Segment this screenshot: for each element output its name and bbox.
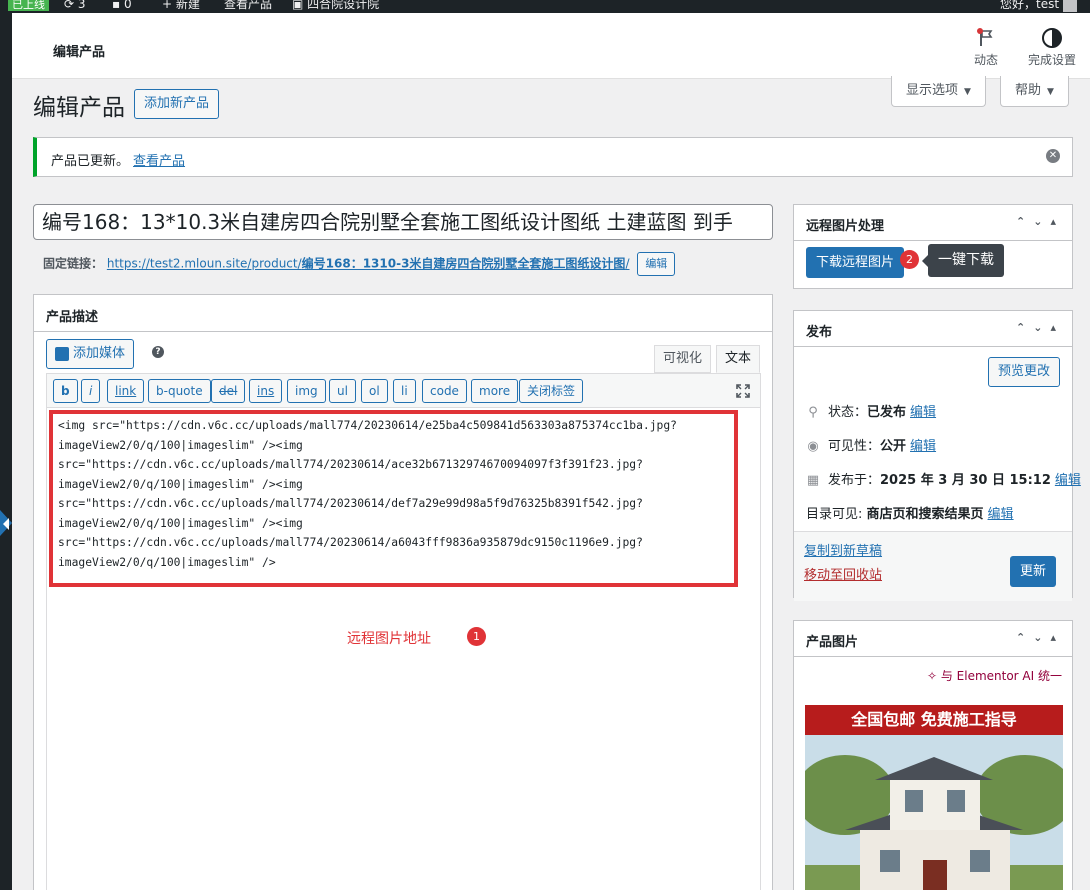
help-icon[interactable]: ?	[152, 346, 164, 358]
screen-options-toggle[interactable]: 显示选项 ▼	[891, 76, 986, 107]
visibility-row: ◉ 可见性：公开 编辑	[807, 439, 937, 454]
editor-box-title: 产品描述	[34, 295, 772, 332]
box-controls-icon[interactable]: ⌃⌄▴	[1016, 321, 1064, 334]
post-title-input[interactable]: 编号168：13*10.3米自建房四合院别墅全套施工图纸设计图纸 土建蓝图 到手	[33, 204, 773, 240]
page-header: 编辑产品 动态 完成设置	[12, 13, 1090, 79]
qt-li-button[interactable]: li	[393, 379, 416, 403]
caret-down-icon: ▼	[1047, 87, 1054, 97]
preview-changes-button[interactable]: 预览更改	[988, 357, 1061, 387]
help-toggle[interactable]: 帮助 ▼	[1000, 76, 1069, 107]
eye-icon: ◉	[807, 439, 819, 454]
half-circle-icon	[1042, 28, 1062, 48]
notice-message: 产品已更新。 查看产品	[51, 154, 186, 169]
product-image-box: 产品图片 ⌃⌄▴ ✧ 与 Elementor AI 统一 全国包邮 免费施工指导	[793, 620, 1073, 890]
pin-icon: ⚲	[808, 405, 818, 420]
refresh-icon: ⟳	[64, 0, 75, 11]
finish-setup-button[interactable]: 完成设置	[1028, 27, 1076, 68]
header-title: 编辑产品	[53, 45, 106, 60]
comment-icon: ▪	[112, 0, 121, 11]
house-illustration	[805, 735, 1063, 890]
calendar-icon: ▦	[806, 473, 820, 488]
qt-bold-button[interactable]: b	[53, 379, 78, 403]
editor-textarea[interactable]: <img src="https://cdn.v6c.cc/uploads/mal…	[46, 408, 761, 890]
qt-ol-button[interactable]: ol	[361, 379, 388, 403]
remote-box-title: 远程图片处理 ⌃⌄▴	[794, 205, 1072, 241]
tab-visual[interactable]: 可视化	[654, 345, 712, 373]
dismiss-icon[interactable]: ✕	[1046, 149, 1060, 163]
qt-code-button[interactable]: code	[422, 379, 467, 403]
qt-ins-button[interactable]: ins	[249, 379, 283, 403]
site-name-item[interactable]: ▣ 四合院设计院	[292, 0, 379, 12]
image-banner: 全国包邮 免费施工指导	[805, 705, 1063, 735]
comments-item[interactable]: ▪ 0	[112, 0, 132, 12]
date-edit-link[interactable]: 编辑	[1055, 473, 1081, 488]
quicktags-toolbar: b i link b-quote del ins img ul ol li co…	[46, 373, 761, 408]
qt-link-button[interactable]: link	[107, 379, 145, 403]
fullscreen-icon[interactable]	[736, 384, 750, 398]
visibility-edit-link[interactable]: 编辑	[910, 439, 936, 454]
catalog-visibility-row: 目录可见: 商店页和搜索结果页 编辑	[806, 507, 1014, 522]
copy-to-draft-link[interactable]: 复制到新草稿	[804, 540, 882, 559]
publish-box: 发布 ⌃⌄▴ 预览更改 ⚲ 状态：已发布 编辑 ◉ 可见性：公开 编辑 ▦ 发布于：2025…	[793, 310, 1081, 601]
view-product-link[interactable]: 查看产品	[224, 0, 272, 12]
page-title: 编辑产品	[33, 95, 125, 121]
admin-menu	[0, 13, 12, 890]
permalink-row: 固定链接： https://test2.mloun.site/product/编…	[43, 252, 676, 276]
update-notice: 产品已更新。 查看产品 ✕	[33, 137, 1073, 177]
box-controls-icon[interactable]: ⌃⌄▴	[1016, 215, 1064, 228]
qt-del-button[interactable]: del	[211, 379, 246, 403]
download-remote-images-button[interactable]: 下载远程图片	[806, 247, 905, 278]
annotation-label: 远程图片地址	[347, 631, 431, 647]
add-new-product-button[interactable]: 添加新产品	[134, 89, 220, 119]
caret-down-icon: ▼	[964, 87, 971, 97]
published-date-row: ▦ 发布于：2025 年 3 月 30 日 15:12 编辑	[806, 473, 1081, 488]
status-edit-link[interactable]: 编辑	[910, 405, 936, 420]
qt-img-button[interactable]: img	[287, 379, 326, 403]
media-icon	[55, 347, 69, 361]
qt-italic-button[interactable]: i	[81, 379, 101, 403]
updates-item[interactable]: ⟳ 3	[64, 0, 86, 12]
tab-text[interactable]: 文本	[716, 345, 761, 373]
annotation-badge-2: 2	[900, 250, 919, 269]
view-product-link[interactable]: 查看产品	[133, 154, 185, 169]
admin-bar: 已上线 ⟳ 3 ▪ 0 + 新建 查看产品 ▣ 四合院设计院 您好，test	[0, 0, 1090, 13]
update-button[interactable]: 更新	[1010, 556, 1057, 587]
editor-content: <img src="https://cdn.v6c.cc/uploads/mal…	[58, 419, 677, 569]
new-content-item[interactable]: + 新建	[162, 0, 200, 12]
product-description-box: 产品描述 添加媒体 ? 可视化 文本 b i link b-quote del …	[33, 294, 773, 890]
publish-box-title: 发布 ⌃⌄▴	[794, 311, 1072, 347]
image-icon: ▣	[292, 0, 304, 11]
activity-button[interactable]: 动态	[974, 27, 998, 68]
move-to-trash-link[interactable]: 移动至回收站	[804, 564, 882, 583]
status-row: ⚲ 状态：已发布 编辑	[806, 401, 936, 420]
qt-more-button[interactable]: more	[471, 379, 519, 403]
box-controls-icon[interactable]: ⌃⌄▴	[1016, 631, 1064, 644]
permalink-edit-button[interactable]: 编辑	[637, 252, 676, 276]
collapse-arrow-glyph	[3, 518, 9, 530]
product-image-title: 产品图片 ⌃⌄▴	[794, 621, 1072, 657]
sparkle-icon: ✧	[926, 669, 938, 683]
flag-icon	[977, 28, 993, 46]
publish-actions: 复制到新草稿 移动至回收站 更新	[794, 531, 1072, 601]
annotation-badge-1: 1	[467, 627, 486, 646]
one-click-tooltip: 一键下载	[922, 244, 1004, 277]
qt-ul-button[interactable]: ul	[329, 379, 356, 403]
qt-close-tags-button[interactable]: 关闭标签	[519, 379, 584, 403]
account-item[interactable]: 您好，test	[1000, 0, 1078, 12]
catalog-edit-link[interactable]: 编辑	[988, 507, 1014, 522]
permalink-link[interactable]: https://test2.mloun.site/product/编号168：1…	[107, 257, 630, 271]
plus-icon: +	[162, 0, 173, 11]
qt-bquote-button[interactable]: b-quote	[148, 379, 211, 403]
add-media-button[interactable]: 添加媒体	[46, 339, 135, 369]
env-badge[interactable]: 已上线	[8, 0, 49, 13]
elementor-ai-link[interactable]: ✧ 与 Elementor AI 统一	[927, 667, 1062, 684]
avatar	[1063, 0, 1078, 12]
product-image[interactable]: 全国包邮 免费施工指导	[805, 705, 1063, 890]
